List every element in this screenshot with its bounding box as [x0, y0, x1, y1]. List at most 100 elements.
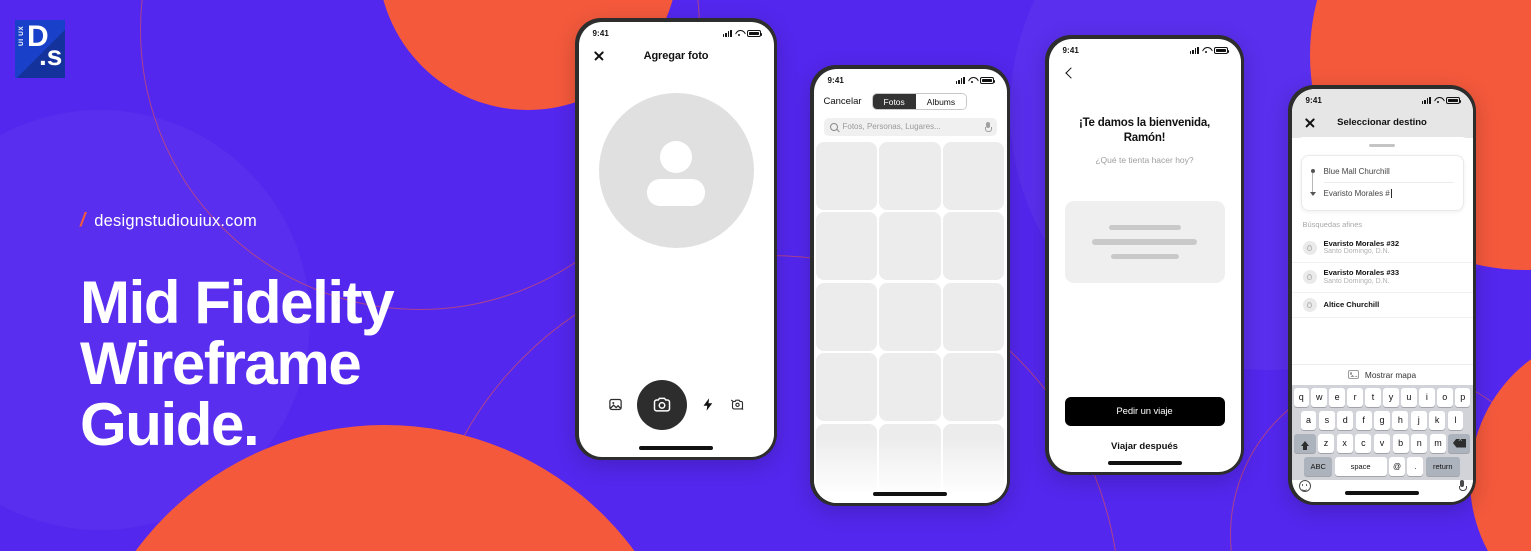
- screen-welcome: 9:41 ¡Te damos la bienvenida, Ramón! ¿Qu…: [1048, 38, 1241, 472]
- key-p[interactable]: p: [1454, 387, 1471, 407]
- key-a[interactable]: a: [1300, 410, 1317, 430]
- screen-destination: 9:41 Seleccionar destino Blue Mall Churc…: [1291, 88, 1473, 502]
- search-input[interactable]: Fotos, Personas, Lugares...: [823, 117, 997, 136]
- list-fade-overlay: [1291, 337, 1473, 364]
- cancel-button[interactable]: Cancelar: [824, 96, 862, 107]
- key-t[interactable]: t: [1365, 387, 1381, 407]
- battery-icon: [979, 76, 996, 84]
- shutter-icon[interactable]: [636, 379, 687, 430]
- period-key[interactable]: .: [1407, 456, 1424, 476]
- key-m[interactable]: m: [1429, 433, 1447, 453]
- home-indicator: [873, 492, 947, 496]
- key-o[interactable]: o: [1437, 387, 1453, 407]
- key-u[interactable]: u: [1401, 387, 1417, 407]
- request-ride-button[interactable]: Pedir un viaje: [1064, 396, 1225, 426]
- screen-add-photo: 9:41 Agregar foto: [578, 21, 774, 457]
- key-e[interactable]: e: [1329, 387, 1345, 407]
- tab-fotos[interactable]: Fotos: [872, 94, 916, 109]
- origin-input[interactable]: Blue Mall Churchill: [1323, 161, 1454, 183]
- close-icon[interactable]: [1304, 117, 1316, 129]
- key-q[interactable]: q: [1293, 387, 1310, 407]
- avatar[interactable]: [598, 92, 754, 248]
- list-item-title: Altice Churchill: [1323, 299, 1380, 309]
- photo-tile[interactable]: [943, 282, 1005, 351]
- page-title: Mid Fidelity Wireframe Guide.: [80, 272, 395, 456]
- travel-later-button[interactable]: Viajar después: [1065, 441, 1225, 452]
- placeholder-line: [1108, 225, 1181, 231]
- list-item[interactable]: Evaristo Morales #33 Santo Domingo, D.N.: [1291, 263, 1473, 293]
- key-c[interactable]: c: [1355, 433, 1372, 453]
- key-x[interactable]: x: [1336, 433, 1353, 453]
- list-item[interactable]: Altice Churchill: [1291, 293, 1473, 318]
- tab-albums[interactable]: Albums: [915, 94, 967, 109]
- key-l[interactable]: l: [1447, 410, 1464, 430]
- home-indicator: [1345, 491, 1419, 495]
- photo-tile[interactable]: [943, 212, 1005, 280]
- location-pin-icon: [1302, 270, 1317, 285]
- return-key[interactable]: return: [1425, 456, 1460, 476]
- signal-icon: [1189, 46, 1199, 54]
- status-bar: 9:41: [1049, 39, 1241, 58]
- key-s[interactable]: s: [1318, 410, 1335, 430]
- status-time: 9:41: [1062, 45, 1079, 55]
- key-y[interactable]: y: [1383, 387, 1399, 407]
- photo-tile[interactable]: [815, 423, 877, 492]
- status-bar: 9:41: [579, 22, 774, 41]
- content-placeholder-card: [1064, 201, 1225, 284]
- logo-letter-s: .s: [39, 40, 63, 71]
- flash-icon[interactable]: [701, 397, 716, 412]
- photo-tile[interactable]: [815, 353, 877, 421]
- key-i[interactable]: i: [1419, 387, 1435, 407]
- shift-key[interactable]: [1293, 433, 1316, 453]
- show-map-button[interactable]: Mostrar mapa: [1291, 363, 1473, 385]
- destination-input[interactable]: Evaristo Morales #: [1324, 183, 1454, 205]
- photo-tile[interactable]: [815, 282, 877, 351]
- drag-handle[interactable]: [1369, 143, 1395, 147]
- list-item-title: Evaristo Morales #33: [1323, 268, 1400, 278]
- battery-icon: [1213, 46, 1230, 54]
- key-b[interactable]: b: [1392, 433, 1409, 453]
- photo-tile[interactable]: [879, 353, 941, 421]
- emoji-icon[interactable]: [1298, 480, 1311, 492]
- photo-tile[interactable]: [879, 423, 941, 492]
- chevron-left-icon[interactable]: [1063, 66, 1077, 80]
- key-g[interactable]: g: [1374, 410, 1390, 430]
- key-v[interactable]: v: [1373, 433, 1391, 453]
- gallery-icon[interactable]: [608, 397, 623, 412]
- photo-tile[interactable]: [943, 353, 1005, 421]
- key-j[interactable]: j: [1410, 410, 1427, 430]
- website-url: designstudiouiux.com: [94, 211, 257, 230]
- close-icon[interactable]: [593, 50, 605, 62]
- suggestions-list: Evaristo Morales #32 Santo Domingo, D.N. E…: [1291, 234, 1473, 364]
- microphone-icon[interactable]: [984, 121, 993, 132]
- key-d[interactable]: d: [1337, 410, 1354, 430]
- key-w[interactable]: w: [1311, 387, 1327, 407]
- key-n[interactable]: n: [1411, 433, 1428, 453]
- photo-tile[interactable]: [815, 141, 877, 210]
- key-z[interactable]: z: [1317, 433, 1335, 453]
- page-title-destination: Seleccionar destino: [1337, 117, 1427, 128]
- key-f[interactable]: f: [1355, 410, 1372, 430]
- status-bar: 9:41: [1291, 88, 1473, 108]
- photo-tile[interactable]: [879, 282, 941, 351]
- photo-tile[interactable]: [943, 423, 1005, 492]
- flip-camera-icon[interactable]: [730, 397, 745, 412]
- keyboard-row: zxcvbnm: [1293, 433, 1471, 453]
- photo-tile[interactable]: [815, 212, 877, 280]
- key-h[interactable]: h: [1392, 410, 1409, 430]
- list-item[interactable]: Evaristo Morales #32 Santo Domingo, D.N.: [1291, 234, 1473, 264]
- abc-key[interactable]: ABC: [1304, 456, 1333, 476]
- backspace-key[interactable]: [1448, 433, 1471, 453]
- photo-tile[interactable]: [879, 141, 941, 210]
- space-key[interactable]: space: [1334, 456, 1387, 476]
- microphone-icon[interactable]: [1458, 480, 1468, 492]
- at-key[interactable]: @: [1389, 456, 1405, 476]
- key-k[interactable]: k: [1429, 410, 1446, 430]
- photo-tile[interactable]: [879, 212, 941, 280]
- photo-tile[interactable]: [943, 141, 1005, 210]
- text-caret: [1390, 189, 1392, 198]
- key-r[interactable]: r: [1347, 387, 1363, 407]
- welcome-title-line-1: ¡Te damos la bienvenida,: [1078, 116, 1211, 129]
- status-time: 9:41: [1305, 95, 1322, 105]
- headline-line-2: Wireframe: [80, 330, 362, 398]
